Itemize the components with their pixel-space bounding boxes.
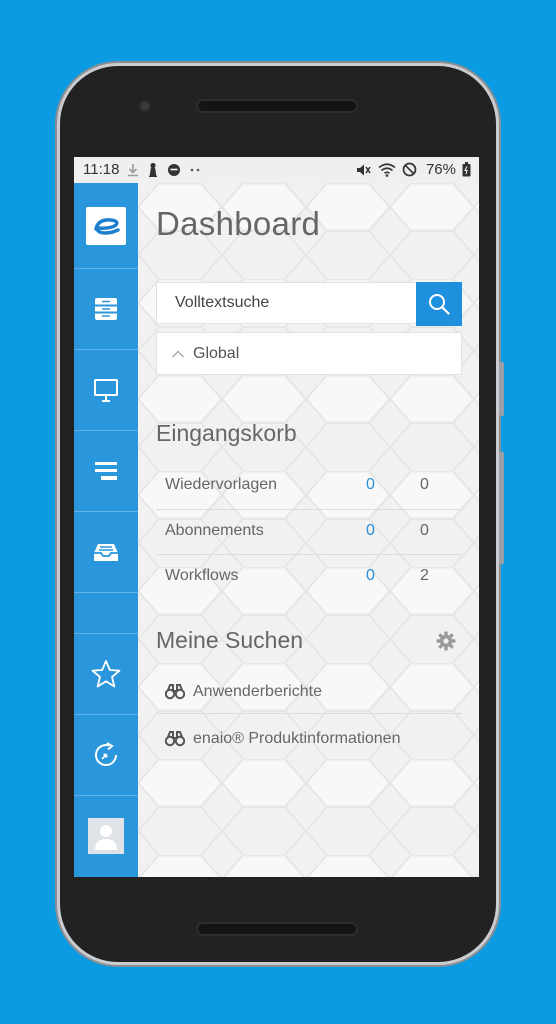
search-button[interactable] — [416, 282, 462, 326]
battery-percentage: 76% — [425, 161, 456, 178]
sidebar-item-archive[interactable] — [74, 269, 138, 350]
inbox-row-wiedervorlagen[interactable]: Wiedervorlagen 0 0 — [156, 463, 462, 507]
inbox-row-new-count: 0 — [366, 567, 375, 584]
sidebar-item-favorites[interactable] — [74, 634, 138, 715]
wifi-icon — [378, 162, 396, 177]
inbox-row-total-count: 2 — [420, 567, 429, 584]
saved-search-label: Anwenderberichte — [193, 683, 322, 700]
sidebar-spacer — [74, 593, 138, 634]
search-icon — [429, 294, 450, 315]
saved-search-item[interactable]: Anwenderberichte — [165, 677, 322, 707]
inbox-row-label: Wiedervorlagen — [165, 476, 278, 493]
divider — [156, 713, 462, 714]
front-camera — [139, 100, 151, 112]
battery-icon — [462, 162, 471, 177]
sidebar-item-logo[interactable] — [74, 183, 138, 269]
mute-icon — [356, 164, 371, 175]
enaio-logo-icon — [86, 206, 126, 245]
search-input[interactable] — [156, 282, 416, 324]
sidebar-item-presentation[interactable] — [74, 350, 138, 431]
search-scope-label: Global — [193, 344, 240, 362]
inbox-row-label: Abonnements — [165, 522, 264, 539]
cabinet-icon — [95, 298, 117, 320]
inbox-tray-icon — [94, 544, 118, 561]
top-speaker — [198, 101, 356, 111]
sidebar-item-lists[interactable] — [74, 431, 138, 512]
inbox-row-label: Workflows — [165, 567, 239, 584]
dnd-icon — [402, 162, 417, 177]
search-scope-toggle[interactable]: Global — [156, 332, 462, 375]
binoculars-icon — [165, 731, 185, 747]
main-content: Dashboard Global Eingangskorb Wiedervorl… — [138, 183, 479, 877]
volume-button — [499, 362, 504, 416]
list-icon — [95, 462, 117, 480]
saved-search-label: enaio® Produktinformationen — [193, 730, 401, 747]
star-icon — [91, 660, 121, 688]
sidebar-item-inbox[interactable] — [74, 512, 138, 593]
inbox-row-new-count: 0 — [366, 476, 375, 493]
sidebar-item-recent[interactable] — [74, 715, 138, 796]
history-icon — [95, 742, 118, 767]
inbox-row-workflows[interactable]: Workflows 0 2 — [156, 554, 462, 598]
sidebar-nav — [74, 183, 138, 877]
gear-icon[interactable] — [435, 630, 457, 652]
inbox-row-total-count: 0 — [420, 476, 429, 493]
more-dots-icon — [191, 168, 200, 171]
inbox-row-abonnements[interactable]: Abonnements 0 0 — [156, 509, 462, 553]
sidebar-item-user[interactable] — [74, 796, 138, 876]
power-button — [499, 452, 504, 564]
screen: 11:18 76% Dashboard Volltextsuche Global… — [74, 157, 479, 877]
saved-search-item[interactable]: enaio® Produktinformationen — [165, 724, 400, 754]
inbox-title: Eingangskorb — [156, 420, 297, 446]
status-bar: 11:18 76% — [74, 157, 479, 183]
monitor-icon — [94, 379, 118, 402]
download-icon — [128, 163, 139, 176]
my-searches-title: Meine Suchen — [156, 627, 304, 653]
chevron-up-icon — [171, 349, 185, 358]
user-avatar-icon — [88, 818, 124, 854]
bottom-speaker — [198, 924, 356, 934]
face-icon — [168, 163, 181, 176]
chess-pawn-icon — [149, 162, 158, 177]
binoculars-icon — [165, 684, 185, 700]
status-time: 11:18 — [83, 161, 120, 178]
search-bar — [156, 282, 462, 326]
page-title: Dashboard — [156, 205, 321, 242]
inbox-row-total-count: 0 — [420, 522, 429, 539]
inbox-row-new-count: 0 — [366, 522, 375, 539]
